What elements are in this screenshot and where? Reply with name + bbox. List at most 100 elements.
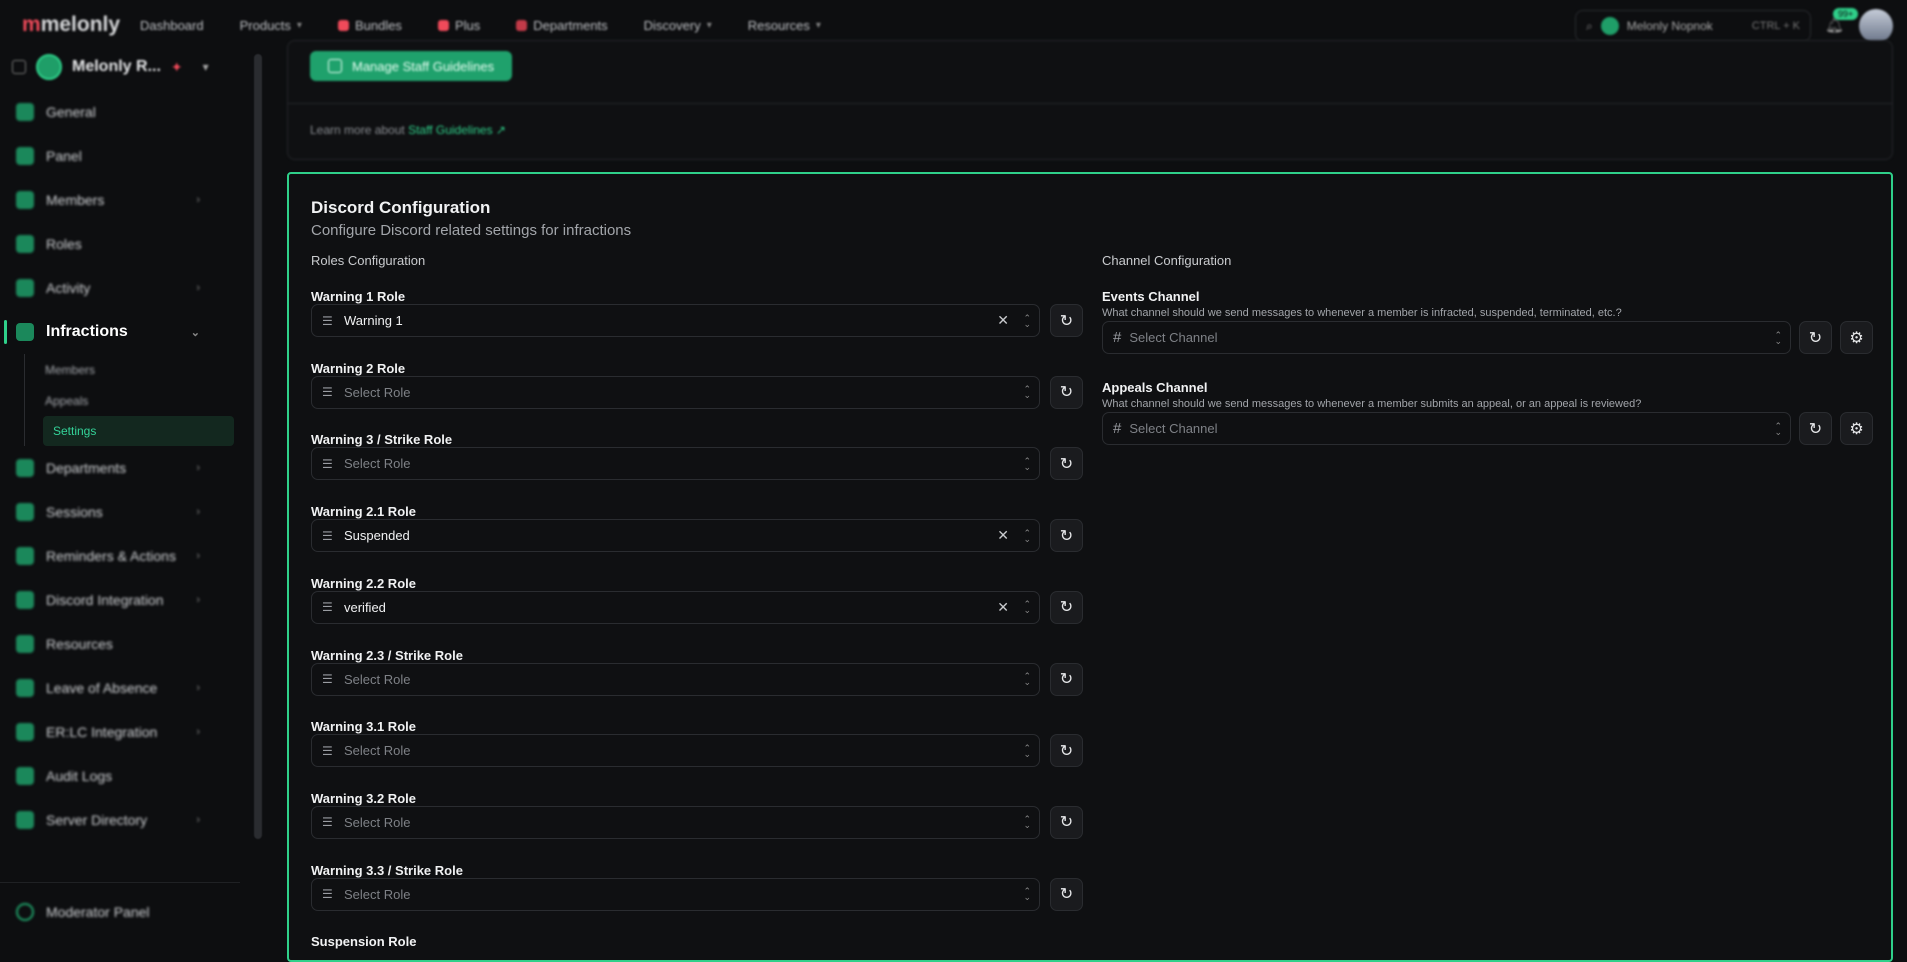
nav-resources[interactable]: Resources ▾ [748,18,821,33]
user-avatar[interactable] [1859,9,1893,43]
file-icon [16,635,34,653]
role-select[interactable]: ☰ Warning 1 ✕ ⌃ ⌄ [311,304,1040,337]
channel-field-description: What channel should we send messages to … [1102,398,1642,410]
channel-field-label: Events Channel [1102,289,1200,304]
sidebar-item-reminders[interactable]: Reminders & Actions › [0,534,240,578]
reset-channel-button[interactable]: ↻ [1799,412,1832,445]
sidebar-item-label: Server Directory [46,812,148,828]
reset-role-button[interactable]: ↻ [1050,805,1083,839]
sidebar-menu: General Panel Members › Roles Activity › I… [0,90,240,842]
search-icon: ⌕ [1586,18,1593,33]
list-icon: ☰ [322,672,333,686]
nav-dashboard[interactable]: Dashboard [140,18,204,33]
search-shortcut: CTRL + K [1751,20,1800,32]
role-select[interactable]: ☰ Select Role ⌃ ⌄ [311,662,1040,696]
channel-settings-button[interactable]: ⚙ [1840,321,1873,354]
sidebar-item-departments[interactable]: Departments › [0,446,240,490]
chevron-right-icon: › [196,462,200,474]
reset-role-button[interactable]: ↻ [1050,877,1083,911]
reset-role-button[interactable]: ↻ [1050,304,1083,337]
clear-icon[interactable]: ✕ [997,599,1009,616]
channel-settings-button[interactable]: ⚙ [1840,412,1873,445]
nav-products[interactable]: Products ▾ [240,18,302,33]
role-field-label: Suspension Role [311,934,417,950]
role-select[interactable]: ☰ Select Role ⌃ ⌄ [311,447,1040,481]
staff-guidelines-card: Manage Staff Guidelines Learn more about… [287,40,1893,160]
sidebar-subitem-appeals[interactable]: Appeals [25,385,240,416]
reset-role-button[interactable]: ↻ [1050,519,1083,553]
manage-guidelines-button[interactable]: Manage Staff Guidelines [310,51,513,81]
chevron-down-icon: ▾ [815,19,821,31]
list-icon: ☰ [322,313,333,328]
moderator-panel-link[interactable]: Moderator Panel [16,903,150,921]
card-divider [288,103,1892,104]
staff-guidelines-link[interactable]: Staff Guidelines [408,123,493,137]
reset-role-button[interactable]: ↻ [1050,662,1083,696]
reset-role-button[interactable]: ↻ [1050,734,1083,768]
chevron-right-icon: › [196,682,200,694]
nav-discovery-label: Discovery [643,17,701,33]
list-icon: ☰ [322,600,333,615]
reset-role-button[interactable]: ↻ [1050,375,1083,409]
channel-select-placeholder: Select Channel [1129,421,1218,436]
notification-badge: 99+ [1833,8,1859,20]
role-select[interactable]: ☰ Suspended ✕ ⌃ ⌄ [311,519,1040,553]
key-icon [16,235,34,253]
role-select-placeholder: Select Role [344,384,411,400]
sidebar-item-members[interactable]: Members › [0,178,240,222]
server-name: Melonly R... [72,58,161,75]
sidebar-item-roles[interactable]: Roles [0,222,240,266]
nav-bundles[interactable]: Bundles [337,18,402,33]
plus-icon [437,19,449,31]
sidebar-item-infractions[interactable]: Infractions ⌄ [0,310,240,354]
clear-icon[interactable]: ✕ [997,527,1009,544]
role-select[interactable]: ☰ Select Role ⌃ ⌄ [311,734,1040,768]
role-field-label: Warning 3.1 Role [311,719,416,735]
sidebar-scrollbar[interactable] [254,54,262,839]
role-select[interactable]: ☰ Select Role ⌃ ⌄ [311,375,1040,409]
chevron-down-icon: ⌄ [190,326,200,339]
learn-more-text: Learn more about Staff Guidelines ↗ [310,123,506,137]
manage-guidelines-label: Manage Staff Guidelines [352,58,495,74]
sidebar-item-sessions[interactable]: Sessions › [0,490,240,534]
sidebar-subitem-settings[interactable]: Settings [43,416,234,446]
chevron-right-icon: › [196,550,200,562]
clear-icon[interactable]: ✕ [997,312,1009,329]
bundles-icon [337,19,349,31]
sidebar-item-loa[interactable]: Leave of Absence › [0,666,240,710]
sidebar-item-resources[interactable]: Resources [0,622,240,666]
departments-icon [516,19,528,31]
sidebar-item-label: Roles [46,236,82,252]
sidebar-item-directory[interactable]: Server Directory › [0,798,240,842]
nav-plus[interactable]: Plus [437,18,480,33]
channel-select[interactable]: # Select Channel ⌃ ⌄ [1102,412,1791,445]
sidebar-divider [0,882,240,883]
reset-channel-button[interactable]: ↻ [1799,321,1832,354]
sidebar-toggle-icon[interactable] [12,60,26,74]
role-select[interactable]: ☰ Select Role ⌃ ⌄ [311,805,1040,839]
notifications-button[interactable]: 🔔︎ 99+ [1825,8,1859,36]
sidebar-item-label: Reminders & Actions [46,548,176,564]
sidebar-subitem-members[interactable]: Members [25,354,240,385]
sidebar-item-discord[interactable]: Discord Integration › [0,578,240,622]
melonly-logo[interactable]: m melonly [22,13,140,37]
sidebar-item-erlc[interactable]: ER:LC Integration › [0,710,240,754]
channel-select[interactable]: # Select Channel ⌃ ⌄ [1102,321,1791,354]
server-switcher[interactable]: Melonly R... ✦ ▾ [12,54,209,80]
reset-role-button[interactable]: ↻ [1050,447,1083,481]
server-search[interactable]: ⌕ Melonly Nopnok CTRL + K [1575,10,1811,42]
role-select[interactable]: ☰ verified ✕ ⌃ ⌄ [311,590,1040,624]
nav-departments[interactable]: Departments [516,18,608,33]
reset-role-button[interactable]: ↻ [1050,590,1083,624]
chevron-right-icon: › [196,594,200,606]
sidebar-item-general[interactable]: General [0,90,240,134]
nav-discovery[interactable]: Discovery ▾ [644,18,712,33]
role-select[interactable]: ☰ Select Role ⌃ ⌄ [311,877,1040,911]
channel-field-description: What channel should we send messages to … [1102,307,1622,319]
sidebar-item-audit[interactable]: Audit Logs [0,754,240,798]
list-icon: ☰ [322,815,333,830]
sidebar-item-label: Sessions [46,504,103,520]
sidebar-item-panel[interactable]: Panel [0,134,240,178]
sidebar-item-activity[interactable]: Activity › [0,266,240,310]
activity-icon [16,279,34,297]
